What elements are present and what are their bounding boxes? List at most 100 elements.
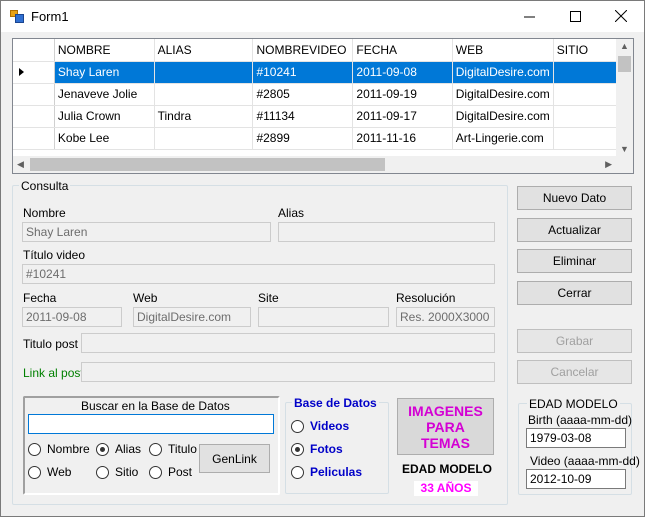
nuevo-dato-button[interactable]: Nuevo Dato [517,186,632,210]
cancelar-button[interactable]: Cancelar [517,360,632,384]
horizontal-scrollbar[interactable]: ◀ ▶ [13,156,616,173]
table-cell[interactable]: DigitalDesire.com [452,61,554,84]
radio-dot-selected-icon [96,442,109,456]
table-cell[interactable]: 2011-09-17 [352,105,453,128]
radio-peliculas[interactable]: Peliculas [291,465,362,479]
titulo-video-label: Título video [23,248,86,262]
table-cell[interactable]: 2011-11-16 [352,127,453,150]
radio-videos[interactable]: Videos [291,419,349,433]
current-row-arrow-icon [19,68,24,76]
radio-dot-icon [149,465,162,479]
table-cell[interactable]: Shay Laren [54,61,155,84]
link-post-field[interactable] [81,362,495,382]
table-cell[interactable]: DigitalDesire.com [452,105,554,128]
app-icon [10,10,24,23]
alias-field[interactable] [278,222,495,242]
vertical-scroll-thumb[interactable] [618,56,631,72]
web-label: Web [133,291,158,305]
edad-modelo-label: EDAD MODELO [402,462,492,476]
table-row[interactable]: Kobe Lee #2899 2011-11-16 Art-Lingerie.c… [13,127,633,150]
titulo-video-field[interactable]: #10241 [22,264,495,284]
title-bar: Form1 [1,1,644,32]
radio-fotos[interactable]: Fotos [291,442,343,456]
birth-field[interactable]: 1979-03-08 [526,428,626,448]
edad-modelo-group-title: EDAD MODELO [527,397,620,411]
column-header-web[interactable]: WEB [452,39,554,62]
row-header[interactable] [13,127,55,150]
row-header[interactable] [13,83,55,106]
table-row[interactable]: Julia Crown Tindra #11134 2011-09-17 Dig… [13,105,633,128]
alias-label: Alias [278,206,305,220]
table-cell[interactable]: DigitalDesire.com [452,83,554,106]
minimize-icon [523,16,535,17]
form1-window: Form1 NOMBRE ALIAS NOMBREVIDEO FECHA WEB… [0,0,645,517]
buscar-title: Buscar en la Base de Datos [81,399,230,413]
close-button[interactable] [598,1,644,31]
grabar-button[interactable]: Grabar [517,329,632,353]
radio-post[interactable]: Post [149,465,192,479]
table-cell[interactable]: #11134 [252,105,354,128]
row-header[interactable] [13,61,55,84]
table-cell[interactable] [154,61,254,84]
table-cell[interactable]: Julia Crown [54,105,155,128]
resolucion-field[interactable]: Res. 2000X3000 [396,307,495,327]
horizontal-scroll-thumb[interactable] [30,158,385,171]
radio-dot-icon [291,419,304,433]
genlink-button[interactable]: GenLink [199,444,270,473]
video-date-label: Video (aaaa-mm-dd) [530,454,640,468]
table-row[interactable]: Jenaveve Jolie #2805 2011-09-19 DigitalD… [13,83,633,106]
window-title: Form1 [31,9,69,24]
table-cell[interactable]: Tindra [154,105,254,128]
birth-label: Birth (aaaa-mm-dd) [528,413,633,427]
cerrar-button[interactable]: Cerrar [517,281,632,305]
close-icon [615,10,627,22]
column-header-fecha[interactable]: FECHA [352,39,453,62]
eliminar-button[interactable]: Eliminar [517,249,632,273]
table-cell[interactable] [154,83,254,106]
table-cell[interactable]: #2805 [252,83,354,106]
scroll-left-icon[interactable]: ◀ [17,159,24,170]
table-cell[interactable]: Kobe Lee [54,127,155,150]
video-date-field[interactable]: 2012-10-09 [526,469,626,489]
table-cell[interactable]: Jenaveve Jolie [54,83,155,106]
radio-alias[interactable]: Alias [96,442,141,456]
table-row[interactable]: Shay Laren #10241 2011-09-08 DigitalDesi… [13,61,633,84]
table-cell[interactable]: 2011-09-19 [352,83,453,106]
table-cell[interactable] [154,127,254,150]
radio-titulo[interactable]: Titulo [149,442,197,456]
radio-nombre[interactable]: Nombre [28,442,90,456]
actualizar-button[interactable]: Actualizar [517,218,632,242]
data-grid[interactable]: NOMBRE ALIAS NOMBREVIDEO FECHA WEB SITIO… [12,38,634,174]
radio-dot-icon [149,442,162,456]
edad-value: 33 AÑOS [414,481,478,496]
base-datos-title: Base de Datos [292,396,379,410]
grid-corner-header[interactable] [13,39,55,62]
scroll-up-icon[interactable]: ▲ [620,41,629,51]
titulo-post-field[interactable] [81,333,495,353]
table-cell[interactable]: 2011-09-08 [352,61,453,84]
scroll-down-icon[interactable]: ▼ [620,144,629,154]
column-header-nombrevideo[interactable]: NOMBREVIDEO [252,39,354,62]
radio-web[interactable]: Web [28,465,71,479]
maximize-button[interactable] [552,1,598,31]
imagenes-para-temas-button[interactable]: IMAGENES PARA TEMAS [397,398,494,455]
column-header-alias[interactable]: ALIAS [154,39,254,62]
nombre-field[interactable]: Shay Laren [22,222,271,242]
minimize-button[interactable] [506,1,552,31]
column-header-nombre[interactable]: NOMBRE [54,39,155,62]
nombre-label: Nombre [23,206,66,220]
table-cell[interactable]: #2899 [252,127,354,150]
row-header[interactable] [13,105,55,128]
vertical-scrollbar[interactable]: ▲ ▼ [616,39,633,156]
resolucion-label: Resolución [396,291,456,305]
fecha-field[interactable]: 2011-09-08 [22,307,122,327]
scroll-right-icon[interactable]: ▶ [605,159,612,170]
radio-dot-icon [28,442,41,456]
table-cell[interactable]: #10241 [252,61,354,84]
buscar-input[interactable] [28,414,274,434]
site-field[interactable] [258,307,389,327]
web-field[interactable]: DigitalDesire.com [133,307,251,327]
fecha-label: Fecha [23,291,57,305]
radio-sitio[interactable]: Sitio [96,465,138,479]
table-cell[interactable]: Art-Lingerie.com [452,127,554,150]
